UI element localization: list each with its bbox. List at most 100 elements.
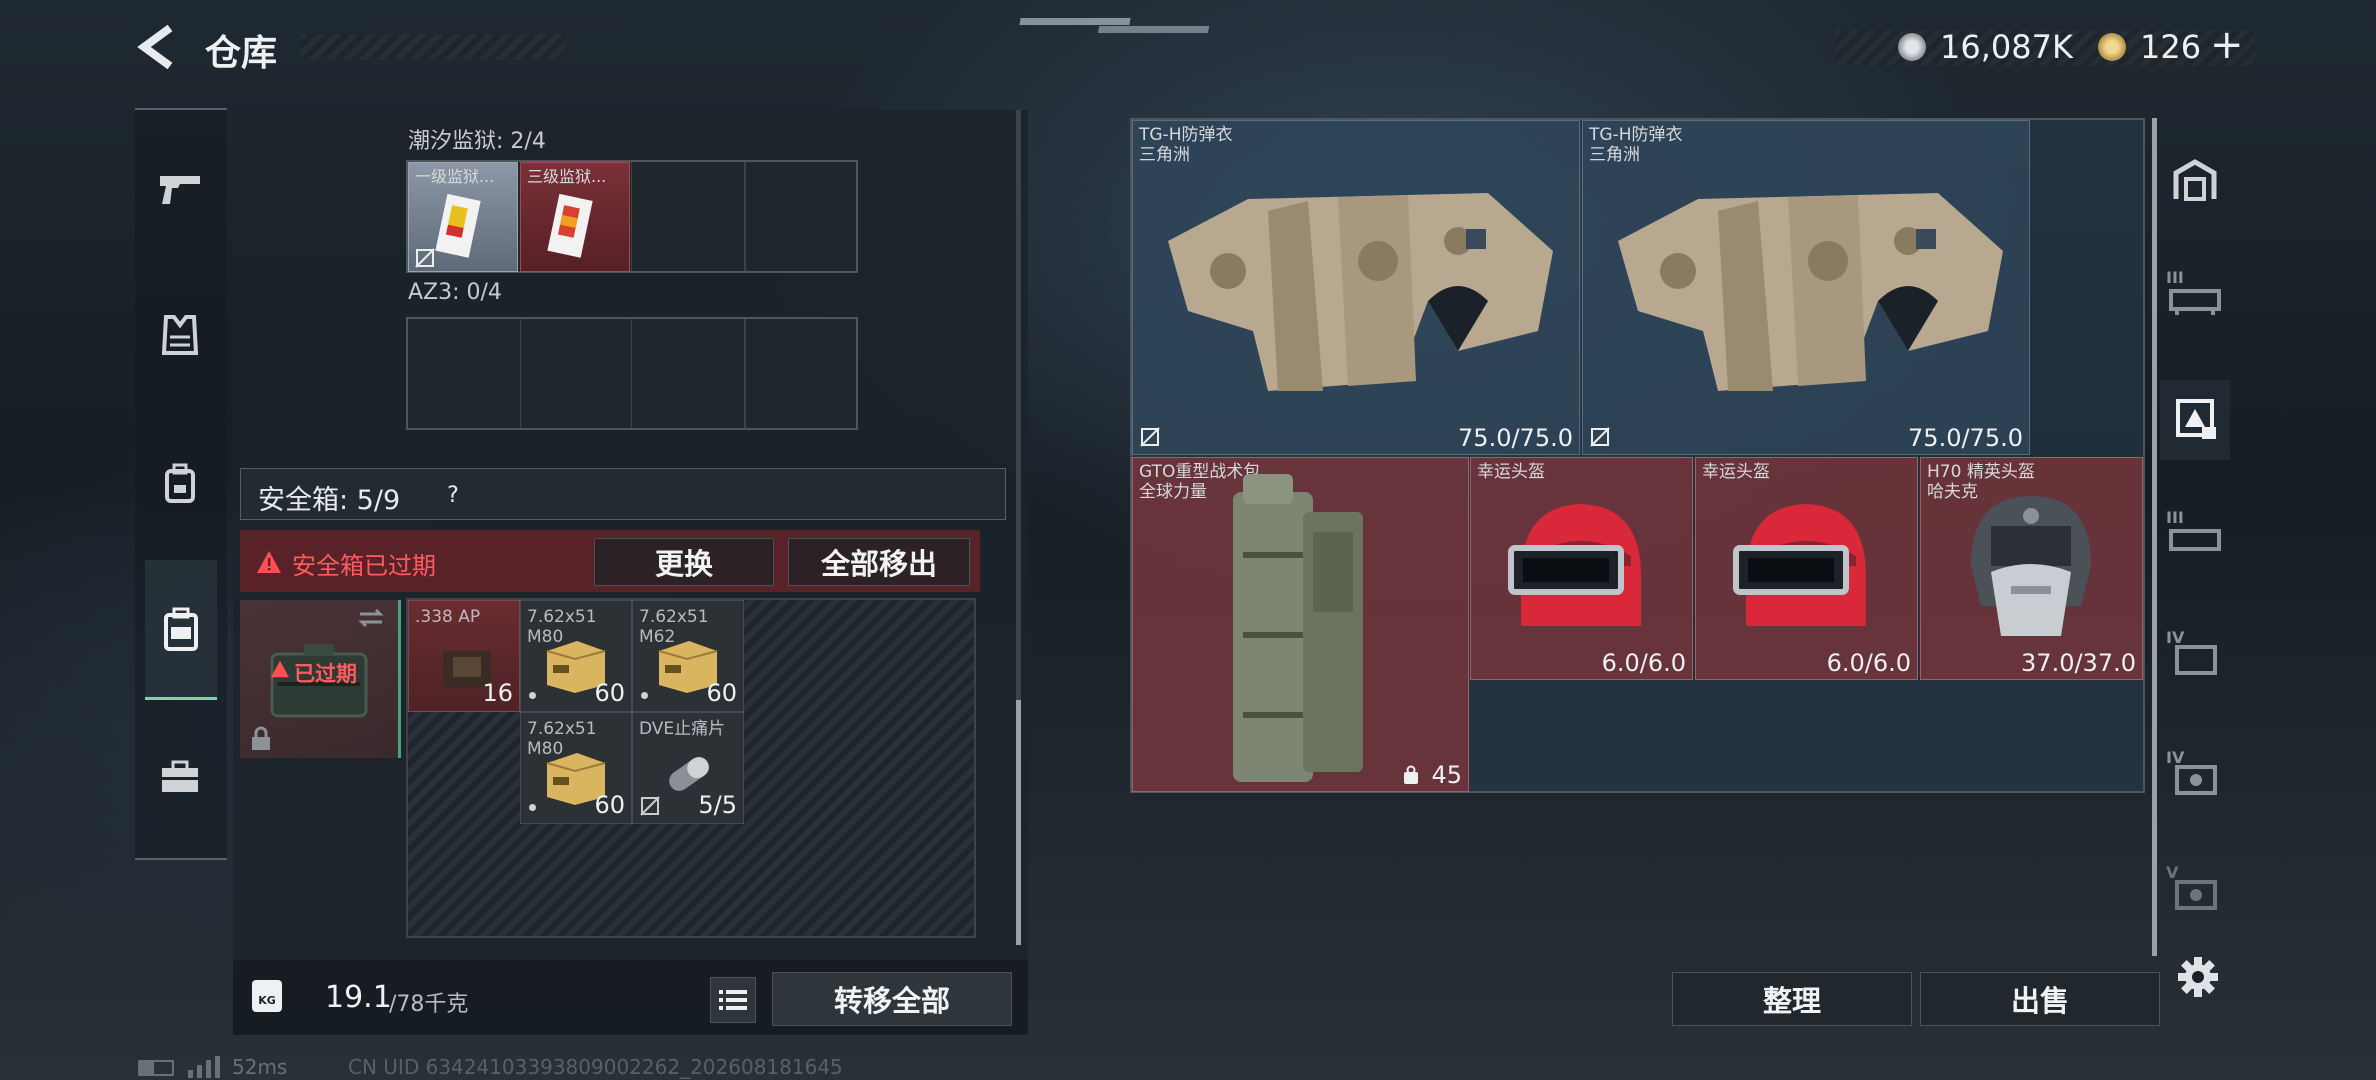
settings-icon [2178, 957, 2218, 997]
vest-icon [162, 315, 198, 355]
backpack-icon [165, 463, 195, 503]
unbindable-icon [415, 248, 435, 268]
ping-text: 52ms [232, 1055, 288, 1079]
tier-label: IV [2166, 628, 2185, 647]
safebox-label: 安全箱: 5/9 [258, 485, 401, 516]
item-name: TG-H防弹衣 [1139, 125, 1233, 145]
page-title: 仓库 [205, 33, 278, 74]
uid-text: CN UID 63424103393809002262_202608181645 [348, 1055, 843, 1079]
list-item[interactable]: 三级监狱... [520, 162, 630, 272]
tier3b-tab[interactable]: III [2160, 500, 2230, 570]
move-all-button[interactable]: 全部移出 [788, 538, 970, 586]
warning-icon [271, 660, 289, 678]
section1-label: 潮汐监狱: 2/4 [408, 129, 546, 154]
tier-label: III [2166, 508, 2184, 527]
inventory-scroll-thumb[interactable] [1016, 700, 1021, 945]
signal-icon [188, 1056, 220, 1078]
list-item[interactable]: TG-H防弹衣 三角洲 75.0/75.0 [1132, 120, 1580, 455]
sort-button[interactable]: 整理 [1672, 972, 1912, 1026]
weight-icon: KG [252, 980, 282, 1012]
item-name: 幸运头盔 [1477, 462, 1545, 482]
briefcase-tab[interactable] [145, 742, 215, 812]
expired-badge: 已过期 [294, 662, 357, 686]
storage-home-icon [2173, 159, 2217, 201]
title-stripe [300, 34, 565, 60]
tier3-tab[interactable]: III [2160, 260, 2230, 330]
item-name: 一级监狱... [415, 167, 495, 186]
list-item[interactable]: .338 AP 16 [408, 600, 520, 712]
safebox-tab[interactable] [145, 560, 217, 700]
section2-label: AZ3: 0/4 [408, 280, 502, 305]
tier-label: V [2166, 863, 2179, 882]
tier-label: IV [2166, 748, 2185, 767]
item-name: 幸运头盔 [1702, 462, 1770, 482]
tier-special-icon [2176, 399, 2216, 439]
item-name: 三级监狱... [527, 167, 607, 186]
weapons-tab[interactable] [145, 155, 215, 225]
list-item[interactable]: 7.62x51 M80 60 [520, 600, 632, 712]
item-durability: 75.0/75.0 [1908, 424, 2023, 452]
list-item[interactable]: DVE止痛片 5/5 [632, 712, 744, 824]
item-name: .338 AP [415, 607, 481, 627]
safebox-slot[interactable]: 已过期 [240, 600, 398, 758]
item-count: 60 [594, 791, 625, 819]
unbindable-icon [640, 796, 660, 816]
coin-icon [1898, 33, 1926, 61]
dot-icon [641, 692, 648, 699]
token-icon [2098, 33, 2126, 61]
add-currency-button[interactable]: + [2210, 22, 2244, 68]
safebox-slot-divider [398, 600, 401, 758]
keycard-icon [435, 193, 481, 258]
weight-max: /78千克 [389, 992, 469, 1017]
tier5-tab[interactable]: V [2160, 855, 2230, 925]
help-icon[interactable]: ? [438, 480, 468, 510]
safebox-icon [164, 607, 198, 651]
tier-special-tab[interactable] [2160, 380, 2230, 460]
item-name: H70 精英头盔 [1927, 462, 2035, 482]
vest-image [1618, 193, 2003, 391]
weight-small-icon [1404, 765, 1418, 784]
sell-button[interactable]: 出售 [1920, 972, 2160, 1026]
armor-tab[interactable] [145, 300, 215, 370]
briefcase-icon [162, 760, 198, 792]
list-item[interactable]: TG-H防弹衣 三角洲 75.0/75.0 [1582, 120, 2030, 455]
unbindable-icon [1140, 427, 1160, 447]
backpack-tab[interactable] [145, 448, 215, 518]
item-name: TG-H防弹衣 [1589, 125, 1683, 145]
list-item[interactable]: 幸运头盔 6.0/6.0 [1470, 457, 1693, 680]
dot-icon [529, 692, 536, 699]
item-sub: 三角洲 [1589, 145, 1640, 165]
item-name: DVE止痛片 [639, 719, 726, 739]
list-item[interactable]: H70 精英头盔 哈夫克 37.0/37.0 [1920, 457, 2143, 680]
settings-button[interactable] [2176, 955, 2220, 999]
storage-home-tab[interactable] [2160, 145, 2230, 215]
dot-icon [529, 804, 536, 811]
back-button[interactable] [134, 22, 178, 72]
weight-icon-label: KG [258, 993, 276, 1007]
pistol-icon [160, 176, 200, 204]
expired-warning: 安全箱已过期 [292, 552, 436, 580]
transfer-all-button[interactable]: 转移全部 [772, 972, 1012, 1026]
item-sub: 三角洲 [1139, 145, 1190, 165]
list-view-button[interactable] [710, 977, 756, 1023]
list-item[interactable]: GTO重型战术包 全球力量 45 [1132, 457, 1469, 792]
storage-scrollbar[interactable] [2152, 118, 2157, 956]
unbindable-icon [1590, 427, 1610, 447]
list-item[interactable]: 7.62x51 M62 60 [632, 600, 744, 712]
list-item[interactable]: 幸运头盔 6.0/6.0 [1695, 457, 1918, 680]
item-durability: 6.0/6.0 [1826, 649, 1911, 677]
list-item[interactable]: 7.62x51 M80 60 [520, 712, 632, 824]
lock-icon [252, 726, 270, 750]
tier4-tab[interactable]: IV [2160, 620, 2230, 690]
helmet-image [1508, 504, 1641, 626]
item-count: 60 [706, 679, 737, 707]
item-durability: 75.0/75.0 [1458, 424, 1573, 452]
item-count: 5/5 [698, 791, 737, 819]
tier-label: III [2166, 268, 2184, 287]
swap-icon [358, 608, 384, 628]
tier4b-tab[interactable]: IV [2160, 740, 2230, 810]
replace-button[interactable]: 更换 [594, 538, 774, 586]
weight-current: 19.1 [325, 980, 392, 1015]
list-icon [719, 990, 747, 1010]
list-item[interactable]: 一级监狱... [408, 162, 518, 272]
